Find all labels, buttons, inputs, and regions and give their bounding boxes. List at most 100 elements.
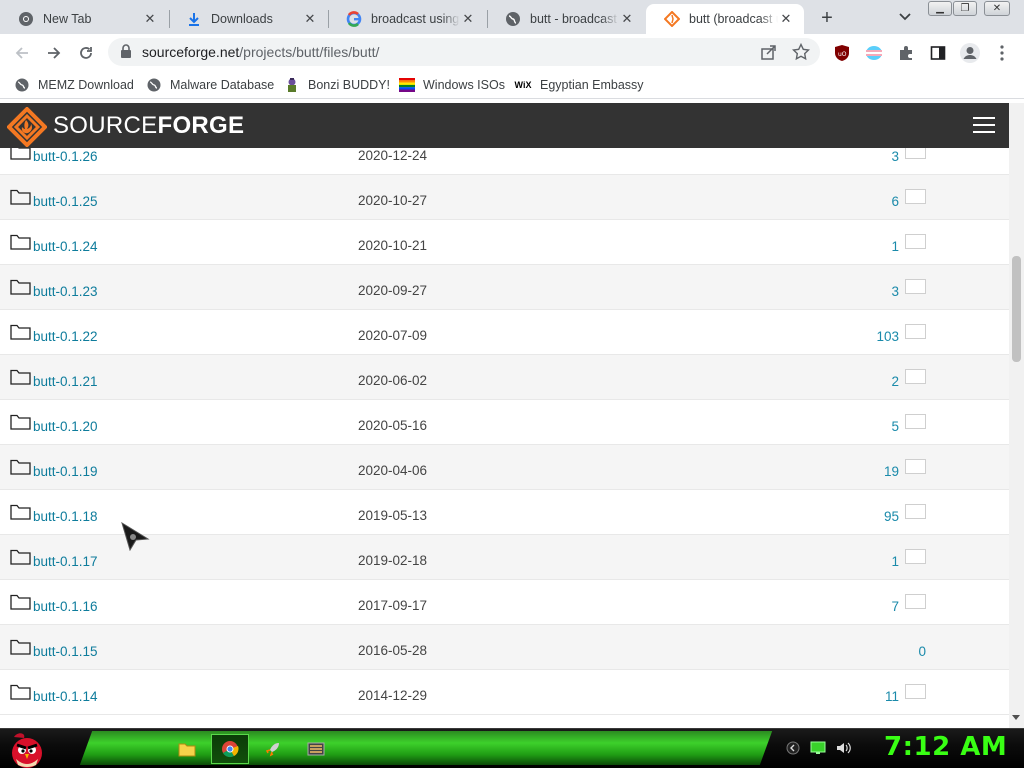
download-sparkline-chart[interactable] (905, 189, 926, 204)
download-count[interactable]: 3 (891, 149, 899, 164)
file-row[interactable]: butt-0.1.22 2020-07-09 103 (0, 310, 1009, 355)
download-sparkline-chart[interactable] (905, 324, 926, 339)
folder-date: 2020-05-16 (358, 418, 428, 433)
file-row[interactable]: butt-0.1.17 2019-02-18 1 (0, 535, 1009, 580)
bookmark-windows-isos[interactable]: Windows ISOs (399, 76, 505, 94)
download-count[interactable]: 19 (884, 464, 899, 479)
address-bar[interactable]: sourceforge.net/projects/butt/files/butt… (108, 38, 820, 66)
profile-avatar-icon[interactable] (957, 40, 983, 66)
close-icon[interactable]: ✕ (142, 11, 158, 27)
download-count[interactable]: 7 (891, 599, 899, 614)
bookmark-bonzi-buddy[interactable]: Bonzi BUDDY! (284, 76, 390, 94)
network-icon[interactable] (810, 741, 826, 758)
taskbar-rocket-app-button[interactable] (254, 734, 292, 764)
download-sparkline-chart[interactable] (905, 369, 926, 384)
taskbar-explorer-button[interactable] (168, 734, 206, 764)
folder-link[interactable]: butt-0.1.22 (33, 329, 98, 344)
folder-link[interactable]: butt-0.1.23 (33, 284, 98, 299)
scrollbar-thumb[interactable] (1012, 256, 1021, 362)
scroll-down-arrow-icon[interactable] (1012, 715, 1020, 720)
download-sparkline-chart[interactable] (905, 504, 926, 519)
file-row[interactable]: butt-0.1.21 2020-06-02 2 (0, 355, 1009, 400)
tab-butt-broadcast[interactable]: butt - broadcast us ✕ (487, 4, 645, 34)
download-count[interactable]: 11 (885, 689, 899, 704)
bookmark-memz-download[interactable]: MEMZ Download (14, 76, 134, 94)
download-count[interactable]: 5 (891, 419, 899, 434)
file-row[interactable]: butt-0.1.25 2020-10-27 6 (0, 175, 1009, 220)
download-sparkline-chart[interactable] (905, 234, 926, 249)
folder-link[interactable]: butt-0.1.24 (33, 239, 98, 254)
folder-link[interactable]: butt-0.1.15 (33, 644, 98, 659)
close-icon[interactable]: ✕ (778, 11, 794, 27)
download-count[interactable]: 95 (884, 509, 899, 524)
folder-link[interactable]: butt-0.1.17 (33, 554, 98, 569)
tray-chevron-icon[interactable] (786, 741, 800, 758)
file-row[interactable]: butt-0.1.24 2020-10-21 1 (0, 220, 1009, 265)
download-sparkline-chart[interactable] (905, 594, 926, 609)
back-button[interactable] (9, 40, 35, 66)
download-count[interactable]: 1 (891, 554, 899, 569)
download-sparkline-chart[interactable] (905, 279, 926, 294)
folder-link[interactable]: butt-0.1.25 (33, 194, 98, 209)
tab-downloads[interactable]: Downloads ✕ (168, 4, 328, 34)
file-row[interactable]: butt-0.1.15 2016-05-28 0 (0, 625, 1009, 670)
volume-icon[interactable] (836, 741, 852, 758)
url-text: sourceforge.net/projects/butt/files/butt… (142, 44, 379, 60)
folder-link[interactable]: butt-0.1.14 (33, 689, 98, 704)
file-row[interactable]: butt-0.1.19 2020-04-06 19 (0, 445, 1009, 490)
tab-google-search[interactable]: broadcast using the ✕ (328, 4, 486, 34)
close-icon[interactable]: ✕ (460, 11, 476, 27)
download-count[interactable]: 1 (891, 239, 899, 254)
maximize-button[interactable]: ❐ (953, 1, 977, 16)
folder-link[interactable]: butt-0.1.18 (33, 509, 98, 524)
folder-link[interactable]: butt-0.1.20 (33, 419, 98, 434)
tab-search-button[interactable] (894, 6, 916, 28)
download-sparkline-chart[interactable] (905, 684, 926, 699)
share-icon[interactable] (760, 43, 778, 64)
taskbar-chrome-button[interactable] (211, 734, 249, 764)
download-count[interactable]: 6 (891, 194, 899, 209)
bookmark-egyptian-embassy[interactable]: WiX Egyptian Embassy (514, 76, 644, 94)
bookmark-malware-database[interactable]: Malware Database (146, 76, 274, 94)
close-icon[interactable]: ✕ (619, 11, 635, 27)
hamburger-menu-icon[interactable] (973, 117, 995, 135)
lock-icon[interactable] (120, 44, 132, 61)
ublock-extension-icon[interactable]: uO (829, 40, 855, 66)
extensions-puzzle-icon[interactable] (893, 40, 919, 66)
folder-link[interactable]: butt-0.1.16 (33, 599, 98, 614)
file-row[interactable]: butt-0.1.16 2017-09-17 7 (0, 580, 1009, 625)
file-row[interactable]: butt-0.1.20 2020-05-16 5 (0, 400, 1009, 445)
window-close-button[interactable]: ✕ (984, 1, 1010, 16)
sourceforge-wordmark[interactable]: SOURCEFORGE (53, 112, 244, 140)
download-sparkline-chart[interactable] (905, 459, 926, 474)
folder-link[interactable]: butt-0.1.19 (33, 464, 98, 479)
side-panel-icon[interactable] (925, 40, 951, 66)
download-sparkline-chart[interactable] (905, 414, 926, 429)
download-count[interactable]: 2 (891, 374, 899, 389)
vertical-scrollbar[interactable] (1009, 103, 1024, 728)
folder-link[interactable]: butt-0.1.21 (33, 374, 98, 389)
tab-sourceforge-active[interactable]: butt (broadcast us ✕ (646, 4, 804, 34)
taskbar-clock[interactable]: 7:12 AM (884, 732, 1007, 762)
tab-new-tab[interactable]: New Tab ✕ (0, 4, 168, 34)
minimize-button[interactable]: ▁ (928, 1, 952, 16)
close-icon[interactable]: ✕ (302, 11, 318, 27)
download-count[interactable]: 103 (876, 329, 899, 344)
bookmark-star-icon[interactable] (791, 42, 811, 64)
forward-button[interactable] (41, 40, 67, 66)
taskbar-media-app-button[interactable] (297, 734, 335, 764)
folder-link[interactable]: butt-0.1.26 (33, 149, 98, 164)
reload-button[interactable] (73, 40, 99, 66)
file-row[interactable]: butt-0.1.14 2014-12-29 11 (0, 670, 1009, 715)
start-button-angry-bird-icon[interactable] (6, 729, 48, 769)
download-count[interactable]: 3 (891, 284, 899, 299)
new-tab-button[interactable]: + (815, 6, 839, 30)
file-row[interactable]: butt-0.1.18 2019-05-13 95 (0, 490, 1009, 535)
file-row[interactable]: butt-0.1.23 2020-09-27 3 (0, 265, 1009, 310)
pride-extension-icon[interactable] (861, 40, 887, 66)
chrome-menu-icon[interactable] (989, 40, 1015, 66)
download-count[interactable]: 0 (918, 644, 926, 659)
download-sparkline-chart[interactable] (905, 549, 926, 564)
folder-date: 2020-04-06 (358, 463, 428, 478)
sourceforge-logo-icon[interactable] (6, 106, 48, 150)
